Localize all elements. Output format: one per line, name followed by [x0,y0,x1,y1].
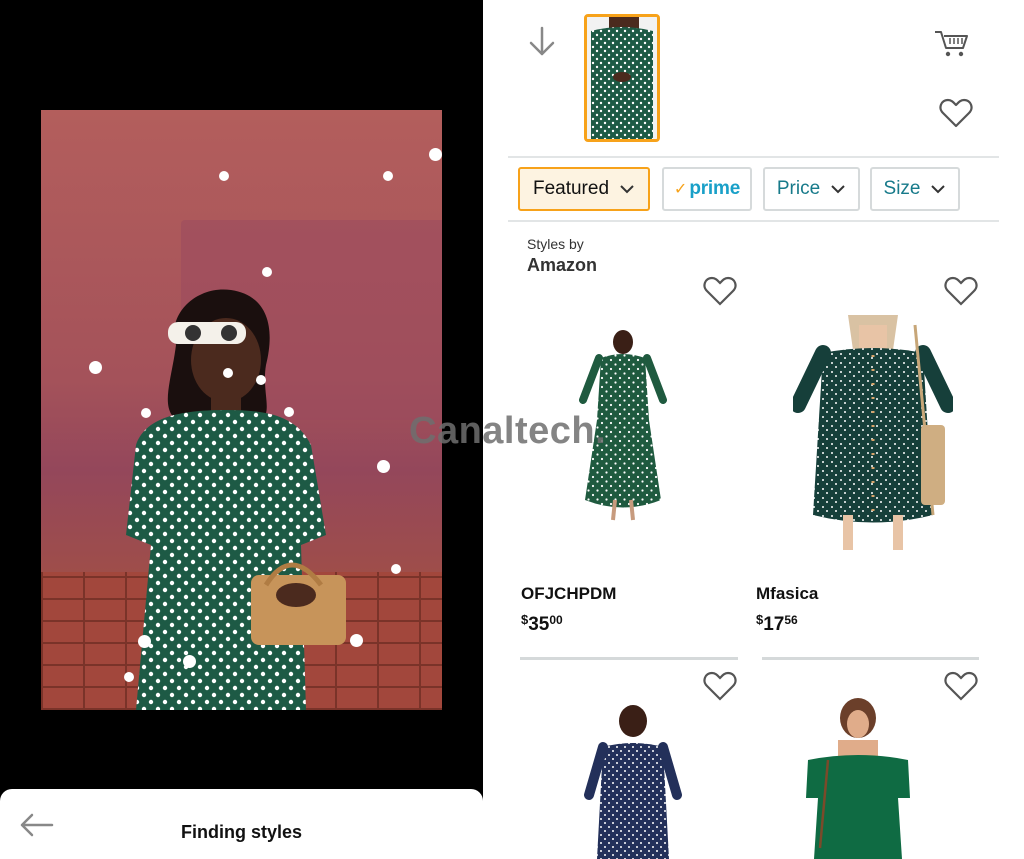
price-dollars: 17 [763,614,785,635]
card-divider [762,657,979,660]
hotspot-dot[interactable] [141,408,151,418]
product-image[interactable] [583,705,683,859]
prime-check-icon: ✓ [673,181,688,198]
filter-price[interactable]: Price [763,167,860,211]
styles-by-label: Styles by [527,236,584,252]
hotspot-dot[interactable] [219,171,229,181]
heart-icon[interactable] [703,671,737,701]
woman-in-polka-dot-dress-illustration [126,289,346,710]
card-divider [520,657,738,660]
chevron-down-icon [931,185,946,194]
product-price: $3500 [521,612,563,636]
hotspot-dot[interactable] [124,672,134,682]
watermark-text: Canaltech. [409,410,607,452]
hotspot-dot[interactable] [383,171,393,181]
filter-featured-label: Featured [532,178,610,199]
divider [508,156,999,158]
sheet-title: Finding styles [180,822,303,842]
hotspot-dot[interactable] [223,368,233,378]
hotspot-dot[interactable] [377,460,390,473]
hotspot-dot[interactable] [262,267,272,277]
product-image[interactable] [798,698,918,859]
search-photo [41,110,442,710]
heart-icon[interactable] [944,671,978,701]
brand-name[interactable]: Amazon [527,255,597,276]
hotspot-dot[interactable] [350,634,363,647]
hotspot-dot[interactable] [256,375,266,385]
filter-size-label: Size [883,178,921,199]
filter-featured[interactable]: Featured [518,167,650,211]
filter-size[interactable]: Size [870,167,960,211]
product-name[interactable]: OFJCHPDM [521,584,616,604]
heart-icon[interactable] [703,276,737,306]
chevron-down-icon [620,185,634,194]
product-price: $1756 [756,612,798,636]
heart-icon[interactable] [939,98,973,128]
filter-prime[interactable]: ✓ prime [662,167,752,211]
product-image[interactable] [793,315,953,555]
hotspot-dot[interactable] [138,635,151,648]
thumbnail-dress-image [587,17,657,139]
hotspot-dot[interactable] [89,361,102,374]
filter-prime-label: prime [689,178,741,199]
selected-photo-thumbnail[interactable] [584,14,660,142]
price-cents: 00 [549,613,563,627]
hotspot-dot[interactable] [429,148,442,161]
hotspot-dot[interactable] [284,407,294,417]
price-cents: 56 [784,613,798,627]
chevron-down-icon [831,185,845,194]
hotspot-dot[interactable] [183,655,196,668]
product-name[interactable]: Mfasica [756,584,818,604]
hotspot-dot[interactable] [391,564,401,574]
arrow-down-icon[interactable] [527,26,557,58]
price-dollars: 35 [528,614,550,635]
filter-price-label: Price [776,178,821,199]
cart-icon[interactable] [934,28,970,58]
divider [508,220,999,222]
heart-icon[interactable] [944,276,978,306]
finding-styles-sheet: Finding styles [0,789,483,859]
